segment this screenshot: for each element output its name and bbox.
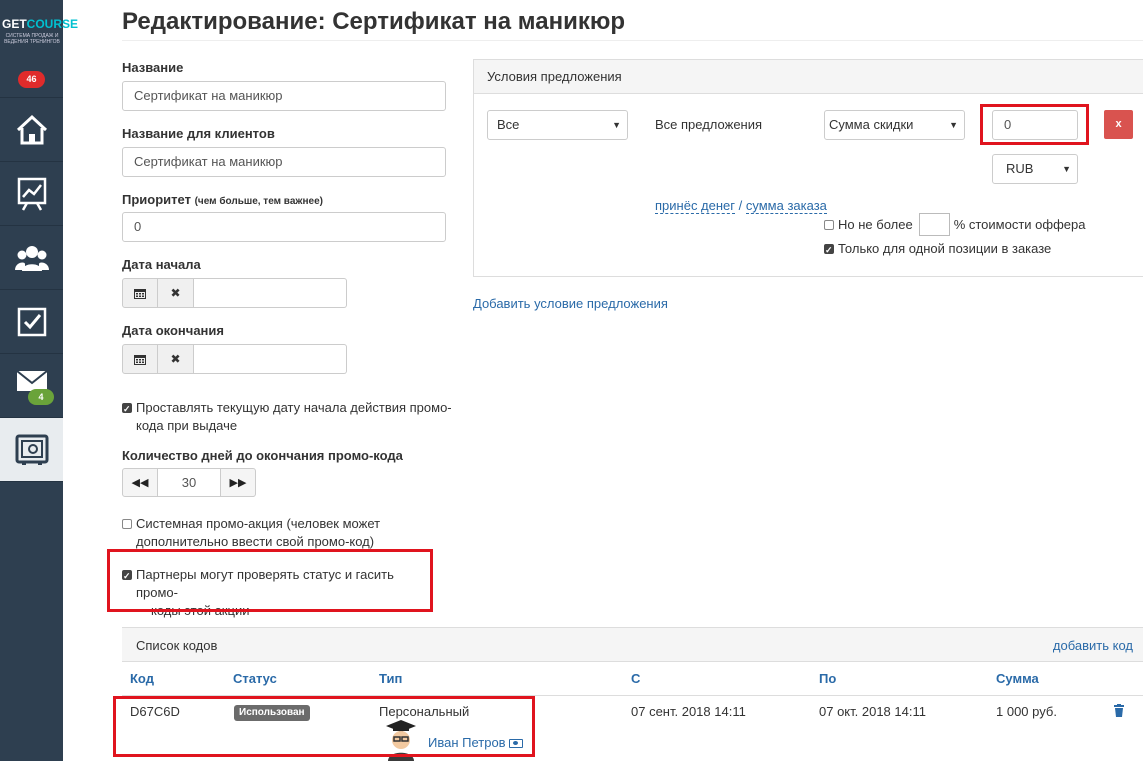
col-header-from[interactable]: С: [631, 671, 640, 686]
title-divider: [122, 40, 1143, 41]
single-position-checkbox[interactable]: Только для одной позиции в заказе: [824, 240, 1052, 259]
start-date-picker: ✖: [122, 278, 347, 308]
no-more-than-checkbox[interactable]: Но не более % стоимости оффера: [824, 213, 1086, 236]
days-input[interactable]: 30: [158, 468, 220, 497]
sidebar-filler: [0, 481, 63, 761]
chart-icon: [17, 177, 46, 211]
sidebar-item-tasks[interactable]: [0, 289, 63, 353]
sidebar-item-users[interactable]: [0, 225, 63, 289]
caret-down-icon: ▼: [612, 120, 621, 130]
set-start-date-text: Проставлять текущую дату начала действия…: [136, 400, 452, 433]
checkbox-unchecked[interactable]: [122, 519, 132, 529]
tasks-icon: [17, 307, 46, 336]
safe-icon: [15, 434, 48, 465]
add-code-link[interactable]: добавить код: [1053, 638, 1133, 653]
remove-condition-button[interactable]: x: [1104, 110, 1133, 139]
logo-text: GETCOURSE: [2, 17, 79, 31]
calendar-icon[interactable]: [122, 278, 158, 308]
users-icon: [14, 245, 49, 271]
logo[interactable]: GETCOURSE СИСТЕМА ПРОДАЖ И ВЕДЕНИЯ ТРЕНИ…: [0, 0, 78, 62]
percent-input[interactable]: [918, 213, 950, 236]
col-header-code[interactable]: Код: [130, 671, 154, 686]
system-promo-text: Системная промо-акция (человек может допо…: [136, 516, 381, 549]
sidebar-item-home[interactable]: [0, 97, 63, 161]
calendar-icon[interactable]: [122, 344, 158, 374]
client-name-label: Название для клиентов: [122, 126, 275, 141]
sidebar-item-reports[interactable]: [0, 161, 63, 225]
money-toggle[interactable]: принёс денег / сумма заказа: [655, 198, 827, 214]
priority-label-text: Приоритет: [122, 192, 191, 207]
highlight-box-discount: [980, 104, 1089, 145]
paid-money-link[interactable]: принёс денег: [655, 198, 736, 214]
checkbox-checked[interactable]: [122, 400, 132, 418]
codes-title: Список кодов: [136, 638, 218, 653]
priority-label: Приоритет (чем больше, тем важнее): [122, 192, 323, 207]
no-more-than-text: Но не более: [838, 217, 913, 232]
start-date-label: Дата начала: [122, 257, 201, 272]
order-sum-link[interactable]: сумма заказа: [745, 198, 827, 214]
priority-hint: (чем больше, тем важнее): [194, 196, 323, 207]
set-start-date-checkbox[interactable]: Проставлять текущую дату начала действия…: [122, 399, 452, 435]
checkbox-checked[interactable]: [824, 241, 834, 259]
sidebar: GETCOURSE СИСТЕМА ПРОДАЖ И ВЕДЕНИЯ ТРЕНИ…: [0, 0, 78, 761]
percent-text: % стоимости оффера: [953, 217, 1086, 232]
caret-down-icon: ▼: [949, 120, 958, 130]
scope-select[interactable]: Все ▼: [487, 110, 628, 140]
col-header-sum[interactable]: Сумма: [996, 671, 1039, 686]
highlight-box-partners: [107, 549, 433, 612]
checkbox-unchecked[interactable]: [824, 220, 834, 230]
days-label: Количество дней до окончания промо-кода: [122, 448, 403, 463]
highlight-box-code-row: [113, 696, 535, 757]
notification-count-badge[interactable]: 46: [18, 71, 45, 88]
col-header-status[interactable]: Статус: [233, 671, 277, 686]
trash-icon[interactable]: [1113, 704, 1125, 720]
discount-type-select[interactable]: Сумма скидки ▼: [824, 110, 965, 140]
sidebar-item-mail[interactable]: 4: [0, 353, 63, 417]
add-condition-link[interactable]: Добавить условие предложения: [473, 296, 668, 311]
home-icon: [16, 114, 47, 144]
sum-cell: 1 000 руб.: [996, 704, 1057, 719]
name-label: Название: [122, 60, 184, 75]
name-input[interactable]: Сертификат на маникюр: [122, 81, 446, 111]
page-title: Редактирование: Сертификат на маникюр: [122, 8, 626, 35]
logo-tagline: СИСТЕМА ПРОДАЖ И ВЕДЕНИЯ ТРЕНИНГОВ: [4, 33, 60, 45]
end-date-picker: ✖: [122, 344, 347, 374]
clear-icon[interactable]: ✖: [158, 344, 194, 374]
single-position-text: Только для одной позиции в заказе: [838, 241, 1052, 256]
currency-select[interactable]: RUB ▼: [992, 154, 1078, 184]
forward-icon[interactable]: ▶▶: [220, 468, 256, 497]
days-stepper: ◀◀ 30 ▶▶: [122, 468, 256, 497]
caret-down-icon: ▼: [1062, 164, 1071, 174]
start-date-input[interactable]: [194, 278, 347, 308]
system-promo-checkbox[interactable]: Системная промо-акция (человек может допо…: [122, 515, 452, 551]
mail-count-badge: 4: [28, 389, 54, 405]
backward-icon[interactable]: ◀◀: [122, 468, 158, 497]
col-header-to[interactable]: По: [819, 671, 836, 686]
from-cell: 07 сент. 2018 14:11: [631, 704, 746, 719]
end-date-input[interactable]: [194, 344, 347, 374]
to-cell: 07 окт. 2018 14:11: [819, 704, 926, 719]
client-name-input[interactable]: Сертификат на маникюр: [122, 147, 446, 177]
link-separator: /: [735, 198, 746, 213]
col-header-type[interactable]: Тип: [379, 671, 402, 686]
conditions-header: Условия предложения: [474, 60, 1143, 94]
clear-icon[interactable]: ✖: [158, 278, 194, 308]
codes-header: Список кодов добавить код: [122, 627, 1143, 662]
offers-text: Все предложения: [655, 117, 763, 132]
sidebar-item-safe[interactable]: [0, 417, 63, 481]
end-date-label: Дата окончания: [122, 323, 224, 338]
priority-input[interactable]: 0: [122, 212, 446, 242]
